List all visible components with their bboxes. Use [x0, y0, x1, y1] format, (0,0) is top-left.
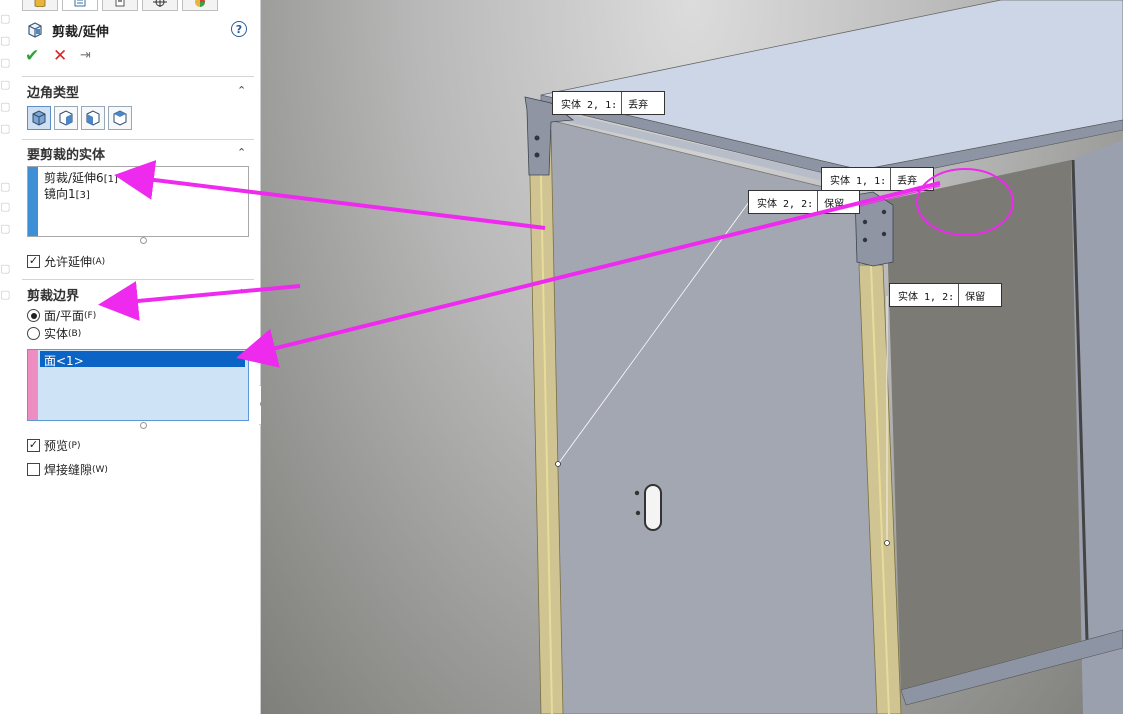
callout-body-2-2[interactable]: 实体 2, 2: 保留 [748, 190, 860, 214]
property-list-icon [74, 0, 86, 7]
list-item[interactable]: 剪裁/延伸6[1] [44, 169, 118, 186]
interior-opening [886, 160, 1083, 690]
radio-dot[interactable] [27, 327, 40, 340]
tab-configuration-manager[interactable] [102, 0, 138, 11]
bolt-hole [534, 135, 540, 141]
corner-bracket[interactable] [854, 191, 894, 267]
end-butt2-icon [113, 110, 127, 126]
cube-icon [34, 0, 46, 7]
pin-icon[interactable]: ⇥ [80, 48, 91, 63]
tree-node-icon[interactable]: ▢ [0, 100, 12, 114]
list-item[interactable]: 面<1> [44, 352, 84, 369]
section-title-bodies-to-trim[interactable]: 要剪裁的实体 [27, 144, 105, 163]
trim-extend-icon [28, 22, 42, 38]
crosshair-icon [153, 0, 167, 7]
radio-bodies[interactable]: 实体 (B) [27, 325, 81, 342]
bolt-hole [862, 219, 868, 225]
property-manager-panel: ▢ ▢ ▢ ▢ ▢ ▢ ▢ ▢ ▢ ▢ ▢ 剪裁/延伸 ? ✔ ✕ ⇥ 边角类型… [0, 0, 261, 714]
collapse-chevron-icon[interactable]: ⌃ [237, 146, 246, 159]
callout-body-1-2[interactable]: 实体 1, 2: 保留 [889, 283, 1002, 307]
tab-feature-manager[interactable] [22, 0, 58, 11]
selection-color-bar [28, 350, 38, 420]
frame-model-view [524, 0, 1123, 714]
tree-node-icon[interactable]: ▢ [0, 288, 12, 302]
section-divider [22, 139, 254, 140]
graphics-area[interactable]: 实体 2, 1: 丢弃 实体 1, 1: 丢弃 实体 2, 2: 保留 实体 1, 2… [261, 0, 1123, 714]
checkbox-box[interactable] [27, 463, 40, 476]
end-miter-icon [59, 110, 73, 126]
tree-node-icon[interactable]: ▢ [0, 262, 12, 276]
list-resize-handle[interactable] [140, 237, 147, 244]
list-item[interactable]: 镜向1[3] [44, 185, 90, 202]
callout-body-2-1[interactable]: 实体 2, 1: 丢弃 [552, 91, 665, 115]
checkbox-box[interactable]: ✓ [27, 255, 40, 268]
corner-end-butt2-button[interactable] [108, 106, 132, 130]
section-divider [22, 279, 254, 280]
tree-node-icon[interactable]: ▢ [0, 180, 12, 194]
list-resize-handle[interactable] [140, 422, 147, 429]
configuration-icon [115, 0, 125, 7]
leader-anchor [555, 461, 561, 467]
small-hole [635, 510, 641, 516]
callout-body-1-1[interactable]: 实体 1, 1: 丢弃 [821, 167, 934, 191]
cancel-x-icon[interactable]: ✕ [53, 46, 67, 66]
appearance-icon [195, 0, 205, 7]
checkbox-box[interactable]: ✓ [27, 439, 40, 452]
tree-node-icon[interactable]: ▢ [0, 222, 12, 236]
tab-display-manager[interactable] [182, 0, 218, 11]
bolt-hole [862, 237, 868, 243]
tree-node-icon[interactable]: ▢ [0, 12, 12, 26]
leader-anchor [884, 540, 890, 546]
bolt-hole [534, 152, 540, 158]
feature-title: 剪裁/延伸 [52, 24, 109, 40]
bolt-hole [881, 231, 887, 237]
tree-node-icon[interactable]: ▢ [0, 56, 12, 70]
tree-node-icon[interactable]: ▢ [0, 78, 12, 92]
corner-end-butt1-button[interactable] [81, 106, 105, 130]
feature-title-row: 剪裁/延伸 [26, 20, 109, 40]
section-title-trim-boundary[interactable]: 剪裁边界 [27, 285, 79, 304]
ok-check-icon[interactable]: ✔ [25, 46, 39, 66]
preview-checkbox[interactable]: ✓ 预览 (P) [27, 437, 80, 454]
selection-color-bar [28, 167, 38, 236]
collapse-chevron-icon[interactable]: ⌃ [237, 287, 246, 300]
tab-dimxpert-manager[interactable] [142, 0, 178, 11]
tree-node-icon[interactable]: ▢ [0, 34, 12, 48]
section-divider [22, 76, 254, 77]
tab-property-manager[interactable] [62, 0, 98, 11]
tree-node-icon[interactable]: ▢ [0, 122, 12, 136]
radio-face-plane[interactable]: 面/平面 (F) [27, 307, 96, 324]
corner-type-buttons [27, 106, 132, 130]
feature-tree-strip: ▢ ▢ ▢ ▢ ▢ ▢ ▢ ▢ ▢ ▢ ▢ [0, 0, 14, 714]
trim-boundary-list[interactable]: 面<1> [27, 349, 249, 421]
manager-tabs [22, 0, 242, 11]
end-butt1-icon [86, 110, 100, 126]
small-hole [634, 490, 640, 496]
corner-end-miter-button[interactable] [54, 106, 78, 130]
end-trim-icon [32, 110, 46, 126]
bolt-hole [881, 209, 887, 215]
section-title-corner-type[interactable]: 边角类型 [27, 82, 79, 101]
allow-extend-checkbox[interactable]: ✓ 允许延伸 (A) [27, 253, 105, 270]
slot-hole [644, 484, 662, 531]
corner-end-trim-button[interactable] [27, 106, 51, 130]
tree-node-icon[interactable]: ▢ [0, 200, 12, 214]
weld-gap-checkbox[interactable]: 焊接缝隙 (W) [27, 461, 108, 478]
radio-dot[interactable] [27, 309, 40, 322]
help-icon[interactable]: ? [231, 21, 247, 37]
collapse-chevron-icon[interactable]: ⌃ [237, 84, 246, 97]
bodies-to-trim-list[interactable]: 剪裁/延伸6[1] 镜向1[3] [27, 166, 249, 237]
